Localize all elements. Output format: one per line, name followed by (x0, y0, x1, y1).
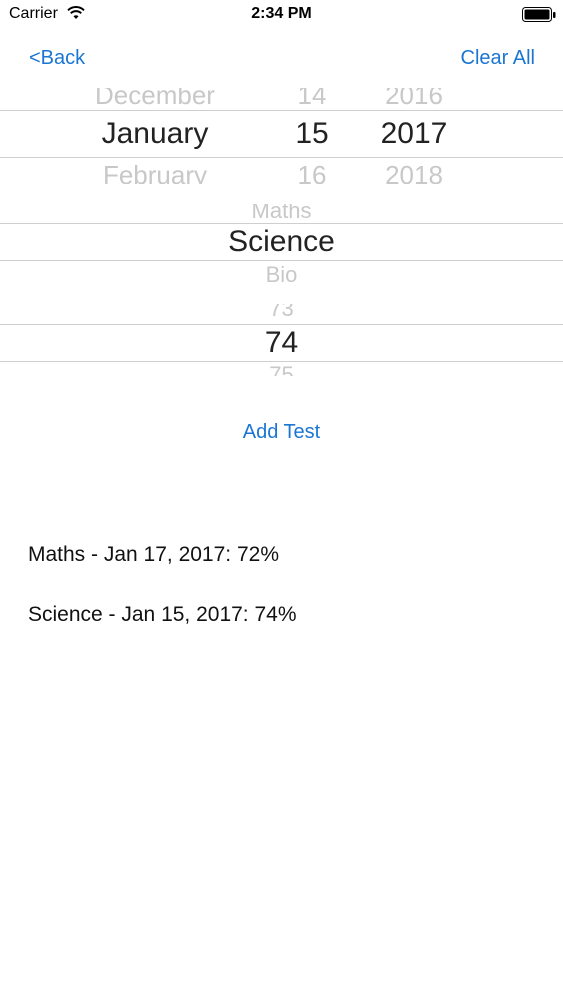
score-selected[interactable]: 74 (0, 326, 563, 360)
year-option-above[interactable]: 2016 (362, 88, 466, 111)
day-selected[interactable]: 15 (272, 117, 352, 151)
subject-selected[interactable]: Science (0, 225, 563, 259)
back-button[interactable]: <Back (29, 47, 85, 70)
month-selected[interactable]: January (70, 117, 240, 151)
clear-all-button[interactable]: Clear All (461, 47, 535, 70)
month-option-below[interactable]: February (70, 160, 240, 184)
day-option-below[interactable]: 16 (272, 160, 352, 184)
status-time: 2:34 PM (251, 5, 312, 22)
day-option-above[interactable]: 14 (272, 88, 352, 111)
date-picker[interactable]: December January February 14 15 16 2016 … (0, 88, 563, 184)
score-option-above[interactable]: 73 (0, 304, 563, 322)
add-test-button[interactable]: Add Test (0, 421, 563, 444)
month-option-above[interactable]: December (70, 88, 240, 111)
score-option-below[interactable]: 75 (0, 362, 563, 376)
subject-option-above[interactable]: Maths (0, 204, 563, 224)
subject-picker[interactable]: Maths Science Bio (0, 204, 563, 284)
result-item: Science - Jan 15, 2017: 74% (28, 603, 297, 626)
battery-icon (522, 7, 556, 22)
result-item: Maths - Jan 17, 2017: 72% (28, 543, 279, 566)
status-bar: Carrier 2:34 PM (0, 0, 563, 30)
subject-option-below[interactable]: Bio (0, 262, 563, 284)
year-option-below[interactable]: 2018 (362, 160, 466, 184)
score-picker[interactable]: 73 74 75 (0, 304, 563, 376)
year-selected[interactable]: 2017 (362, 117, 466, 151)
results-list: Maths - Jan 17, 2017: 72% Science - Jan … (28, 541, 297, 661)
